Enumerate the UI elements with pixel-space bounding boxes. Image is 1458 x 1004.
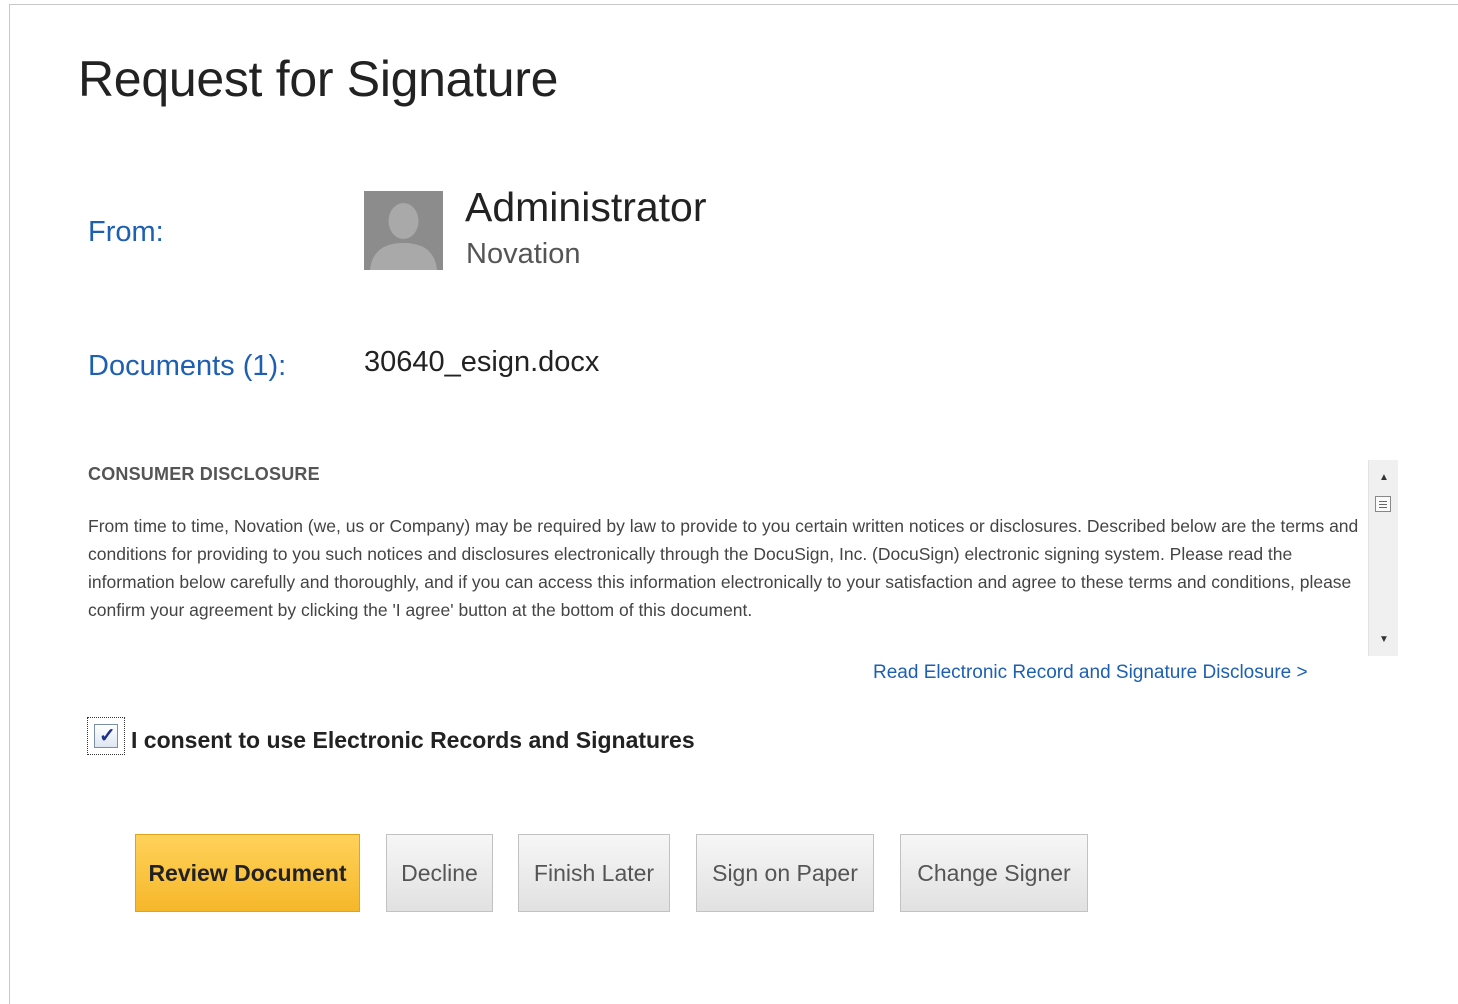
sign-on-paper-button[interactable]: Sign on Paper [696, 834, 874, 912]
disclosure-heading: CONSUMER DISCLOSURE [88, 464, 320, 484]
avatar [364, 191, 443, 270]
document-file-name[interactable]: 30640_esign.docx [364, 346, 599, 379]
finish-later-button[interactable]: Finish Later [518, 834, 670, 912]
review-document-button[interactable]: Review Document [135, 834, 360, 912]
page-title: Request for Signature [78, 51, 559, 107]
disclosure-scrollbar[interactable]: ▲ ▼ [1368, 460, 1398, 656]
disclosure-body: From time to time, Novation (we, us or C… [88, 516, 1359, 620]
arrow-up-icon[interactable]: ▲ [1369, 472, 1399, 484]
person-silhouette-icon [364, 191, 443, 270]
decline-button[interactable]: Decline [386, 834, 493, 912]
read-disclosure-link[interactable]: Read Electronic Record and Signature Dis… [873, 662, 1308, 684]
sender-name: Administrator [465, 184, 707, 230]
arrow-down-icon[interactable]: ▼ [1369, 634, 1399, 646]
from-label: From: [88, 216, 164, 248]
change-signer-button[interactable]: Change Signer [900, 834, 1088, 912]
documents-label: Documents (1): [88, 350, 287, 382]
checkmark-icon: ✓ [99, 725, 116, 747]
consumer-disclosure-panel[interactable]: CONSUMER DISCLOSURE From time to time, N… [88, 460, 1398, 656]
consent-label[interactable]: I consent to use Electronic Records and … [131, 727, 695, 754]
scroll-thumb[interactable] [1375, 496, 1391, 512]
checkbox-box[interactable]: ✓ [94, 724, 118, 748]
consent-checkbox[interactable]: ✓ [87, 717, 125, 755]
sender-organization: Novation [466, 238, 581, 270]
